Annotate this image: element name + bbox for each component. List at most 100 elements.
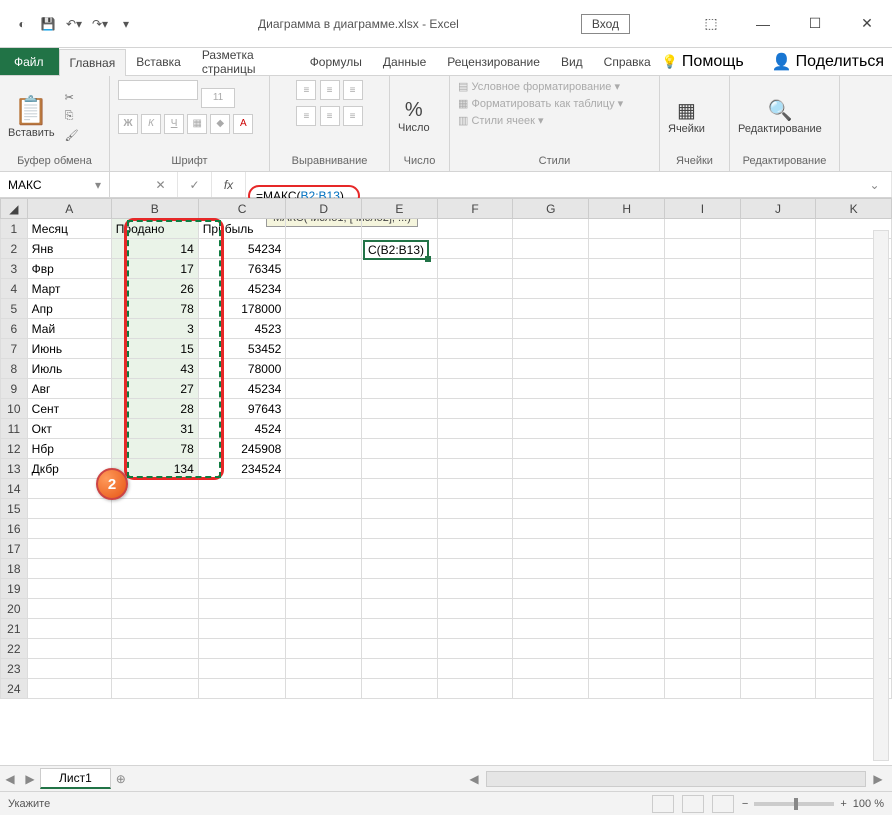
font-size-dropdown[interactable]: 11: [201, 88, 235, 108]
cell[interactable]: Прибыль: [198, 219, 286, 239]
cell[interactable]: [286, 239, 362, 259]
cell[interactable]: [513, 419, 589, 439]
cell[interactable]: [513, 659, 589, 679]
cell[interactable]: [437, 299, 513, 319]
cell[interactable]: [437, 219, 513, 239]
cell[interactable]: [362, 619, 438, 639]
cell[interactable]: [286, 339, 362, 359]
horizontal-scrollbar[interactable]: [486, 771, 866, 787]
editing-label[interactable]: Редактирование: [738, 123, 822, 135]
cell[interactable]: [111, 539, 198, 559]
cell[interactable]: [286, 219, 362, 239]
cell[interactable]: [665, 499, 741, 519]
cell[interactable]: [27, 639, 111, 659]
zoom-slider[interactable]: [754, 802, 834, 806]
cell[interactable]: [27, 659, 111, 679]
cell[interactable]: [27, 619, 111, 639]
cell[interactable]: [111, 519, 198, 539]
view-normal-icon[interactable]: [652, 795, 674, 813]
cancel-formula-button[interactable]: ✕: [144, 172, 178, 197]
cell[interactable]: [589, 339, 665, 359]
cell[interactable]: [198, 619, 286, 639]
row-header[interactable]: 22: [1, 639, 28, 659]
cell[interactable]: 43: [111, 359, 198, 379]
autosave-icon[interactable]: ◐: [12, 14, 32, 34]
column-header-B[interactable]: B: [111, 199, 198, 219]
row-header[interactable]: 9: [1, 379, 28, 399]
enter-formula-button[interactable]: ✓: [178, 172, 212, 197]
cell[interactable]: 53452: [198, 339, 286, 359]
cell[interactable]: [513, 499, 589, 519]
cell[interactable]: Фвр: [27, 259, 111, 279]
cell[interactable]: [740, 319, 816, 339]
cell[interactable]: 76345: [198, 259, 286, 279]
cell[interactable]: 178000: [198, 299, 286, 319]
cell[interactable]: 15: [111, 339, 198, 359]
cell[interactable]: [437, 619, 513, 639]
cell[interactable]: [589, 279, 665, 299]
cell[interactable]: [589, 659, 665, 679]
zoom-out-icon[interactable]: −: [742, 798, 748, 810]
cell[interactable]: [589, 439, 665, 459]
cell[interactable]: [740, 599, 816, 619]
border-button[interactable]: ▦: [187, 114, 207, 134]
tab-view[interactable]: Вид: [551, 48, 594, 75]
cell[interactable]: [362, 519, 438, 539]
cell[interactable]: [513, 299, 589, 319]
cell[interactable]: Март: [27, 279, 111, 299]
tell-me-icon[interactable]: 💡: [662, 54, 678, 70]
cell[interactable]: [513, 239, 589, 259]
cell[interactable]: Июнь: [27, 339, 111, 359]
cell[interactable]: [665, 239, 741, 259]
font-color-button[interactable]: A: [233, 114, 253, 134]
cell[interactable]: [740, 559, 816, 579]
cell[interactable]: [111, 659, 198, 679]
conditional-formatting-icon[interactable]: ▤: [458, 81, 468, 93]
cell[interactable]: [286, 639, 362, 659]
cell[interactable]: Апр: [27, 299, 111, 319]
row-header[interactable]: 3: [1, 259, 28, 279]
cell[interactable]: [589, 239, 665, 259]
cell[interactable]: [286, 519, 362, 539]
row-header[interactable]: 20: [1, 599, 28, 619]
cell[interactable]: [27, 579, 111, 599]
cell[interactable]: [665, 559, 741, 579]
cell[interactable]: [362, 319, 438, 339]
cell[interactable]: [437, 259, 513, 279]
cell[interactable]: [362, 379, 438, 399]
column-header-C[interactable]: C: [198, 199, 286, 219]
cell[interactable]: [27, 519, 111, 539]
tab-insert[interactable]: Вставка: [126, 48, 192, 75]
cell[interactable]: [665, 599, 741, 619]
row-header[interactable]: 7: [1, 339, 28, 359]
cell[interactable]: [665, 659, 741, 679]
cell[interactable]: [589, 499, 665, 519]
cell[interactable]: [286, 459, 362, 479]
cell[interactable]: [665, 319, 741, 339]
cell[interactable]: [198, 679, 286, 699]
tab-review[interactable]: Рецензирование: [437, 48, 551, 75]
format-painter-icon[interactable]: 🖌: [65, 129, 79, 142]
paste-label[interactable]: Вставить: [8, 127, 55, 139]
name-box-input[interactable]: [8, 178, 78, 192]
cell[interactable]: [362, 299, 438, 319]
cell[interactable]: [589, 619, 665, 639]
cell[interactable]: 245908: [198, 439, 286, 459]
cell[interactable]: [665, 219, 741, 239]
sheet-nav-next-icon[interactable]: ▶: [20, 772, 40, 786]
cell[interactable]: [513, 479, 589, 499]
cell[interactable]: [740, 339, 816, 359]
cell[interactable]: [513, 319, 589, 339]
cell[interactable]: [665, 359, 741, 379]
row-header[interactable]: 21: [1, 619, 28, 639]
cells-label[interactable]: Ячейки: [668, 123, 705, 135]
cell[interactable]: [27, 499, 111, 519]
insert-function-button[interactable]: fx: [212, 172, 246, 197]
cell[interactable]: [27, 679, 111, 699]
cell[interactable]: [589, 379, 665, 399]
cell[interactable]: [740, 239, 816, 259]
cell[interactable]: 14: [111, 239, 198, 259]
cell[interactable]: [589, 519, 665, 539]
column-header-I[interactable]: I: [665, 199, 741, 219]
cell[interactable]: [589, 419, 665, 439]
